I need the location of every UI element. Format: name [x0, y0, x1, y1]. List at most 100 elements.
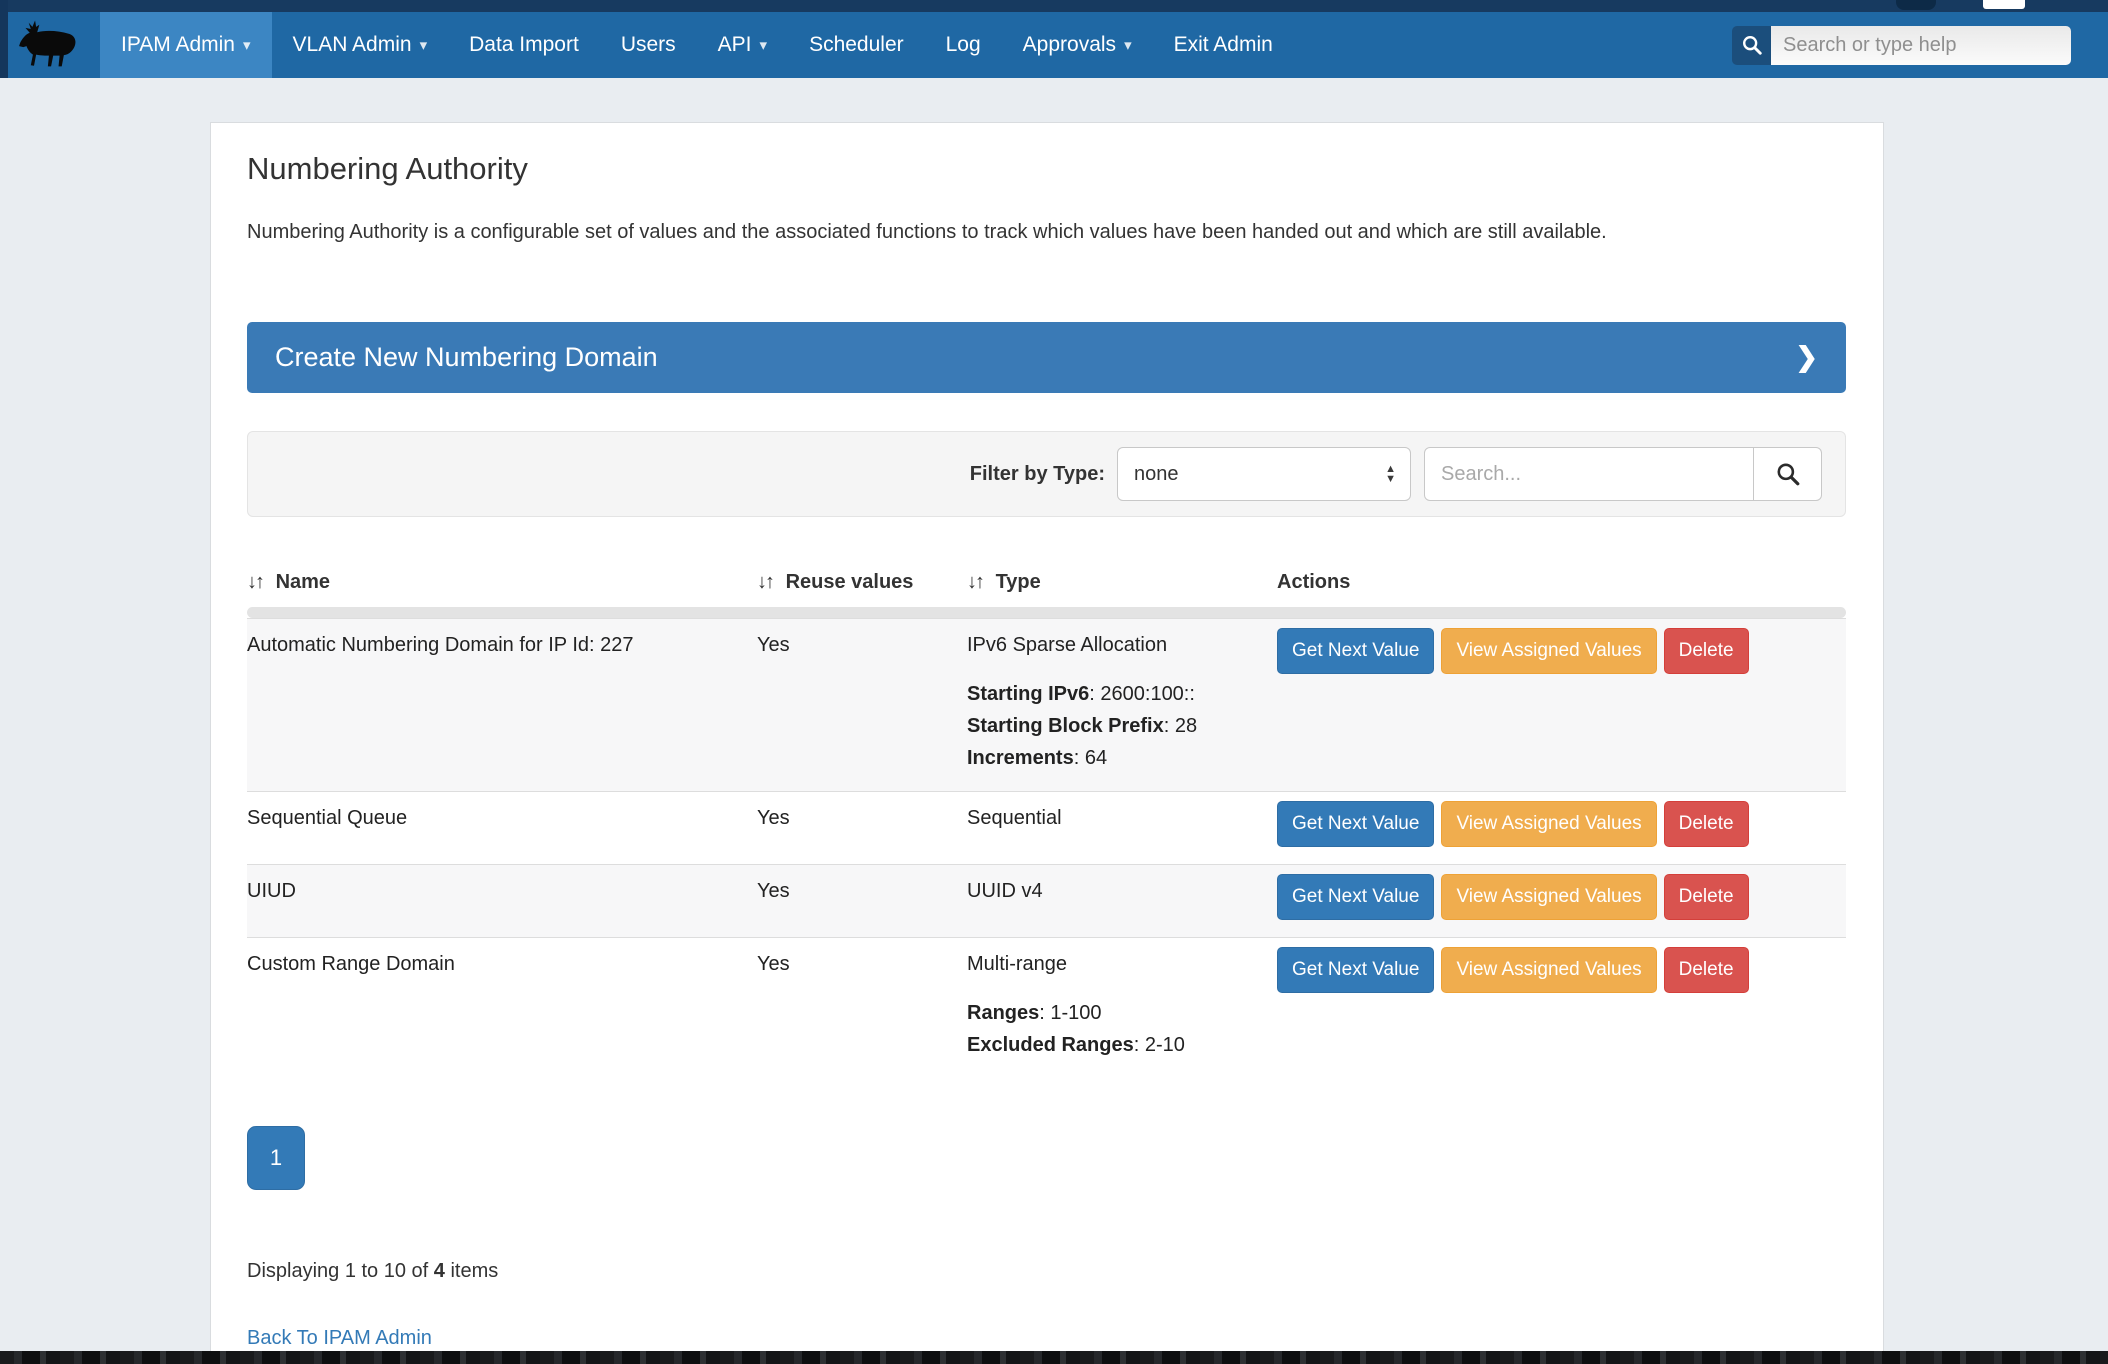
- browser-tab-artifact: [1896, 0, 1936, 10]
- page-description: Numbering Authority is a configurable se…: [247, 221, 1846, 244]
- delete-button[interactable]: Delete: [1664, 947, 1749, 993]
- create-new-numbering-domain-button[interactable]: Create New Numbering Domain ❯: [247, 322, 1846, 393]
- nav-item-scheduler[interactable]: Scheduler: [788, 12, 925, 78]
- cell-name: UIUD: [247, 865, 757, 937]
- page-title: Numbering Authority: [247, 151, 1846, 187]
- detail-line: Starting Block Prefix: 28: [967, 710, 1267, 742]
- create-button-label: Create New Numbering Domain: [275, 342, 658, 373]
- sort-icon: ↓↑: [757, 571, 773, 593]
- nav-item-vlan-admin[interactable]: VLAN Admin ▾: [272, 12, 449, 78]
- search-icon[interactable]: [1732, 26, 1771, 65]
- nav-item-label: API: [718, 33, 752, 57]
- sort-icon: ↓↑: [247, 571, 263, 593]
- delete-button[interactable]: Delete: [1664, 874, 1749, 920]
- detail-line: Excluded Ranges: 2-10: [967, 1029, 1267, 1061]
- detail-line: Ranges: 1-100: [967, 997, 1267, 1029]
- back-to-ipam-admin-link[interactable]: Back To IPAM Admin: [247, 1327, 432, 1350]
- moose-icon: [18, 17, 82, 73]
- desktop-wallpaper-strip: [0, 1351, 2108, 1364]
- window-left-edge: [0, 0, 8, 78]
- nav-item-label: IPAM Admin: [121, 33, 235, 57]
- filter-panel: Filter by Type: none ▲▼: [247, 431, 1846, 517]
- nav-item-label: Approvals: [1023, 33, 1116, 57]
- cell-reuse: Yes: [757, 792, 967, 864]
- nav-item-data-import[interactable]: Data Import: [448, 12, 600, 78]
- cell-type: IPv6 Sparse Allocation Starting IPv6: 26…: [967, 619, 1277, 791]
- nav-item-label: VLAN Admin: [293, 33, 412, 57]
- table-header-divider: [247, 607, 1846, 618]
- detail-line: Increments: 64: [967, 742, 1267, 774]
- column-header-name[interactable]: ↓↑ Name: [247, 571, 757, 594]
- view-assigned-values-button[interactable]: View Assigned Values: [1441, 947, 1656, 993]
- pagination: 1: [247, 1126, 1846, 1190]
- detail-line: Starting IPv6: 2600:100::: [967, 678, 1267, 710]
- browser-tab-artifact-white: [1983, 0, 2025, 9]
- numbering-domains-table: ↓↑ Name ↓↑ Reuse values ↓↑ Type Actions …: [247, 571, 1846, 1078]
- nav-item-log[interactable]: Log: [925, 12, 1002, 78]
- table-row: Automatic Numbering Domain for IP Id: 22…: [247, 618, 1846, 791]
- get-next-value-button[interactable]: Get Next Value: [1277, 628, 1434, 674]
- nav-item-label: Users: [621, 33, 676, 57]
- type-details: Ranges: 1-100 Excluded Ranges: 2-10: [967, 997, 1267, 1061]
- cell-actions: Get Next Value View Assigned Values Dele…: [1277, 619, 1846, 791]
- cell-actions: Get Next Value View Assigned Values Dele…: [1277, 865, 1846, 937]
- nav-item-approvals[interactable]: Approvals ▾: [1002, 12, 1153, 78]
- delete-button[interactable]: Delete: [1664, 628, 1749, 674]
- table-search-button[interactable]: [1754, 447, 1822, 501]
- nav-item-api[interactable]: API ▾: [697, 12, 788, 78]
- nav-item-label: Data Import: [469, 33, 579, 57]
- column-header-actions: Actions: [1277, 571, 1846, 594]
- type-filter-value: none: [1134, 463, 1179, 486]
- results-summary: Displaying 1 to 10 of 4 items: [247, 1260, 1846, 1283]
- table-search-input[interactable]: [1424, 447, 1754, 501]
- view-assigned-values-button[interactable]: View Assigned Values: [1441, 801, 1656, 847]
- caret-down-icon: ▾: [1124, 36, 1132, 54]
- type-filter-select[interactable]: none ▲▼: [1117, 447, 1411, 501]
- table-row: UIUD Yes UUID v4 Get Next Value View Ass…: [247, 864, 1846, 937]
- get-next-value-button[interactable]: Get Next Value: [1277, 874, 1434, 920]
- cell-type: Sequential: [967, 792, 1277, 864]
- cell-reuse: Yes: [757, 619, 967, 791]
- sort-icon: ↓↑: [967, 571, 983, 593]
- navbar: IPAM Admin ▾ VLAN Admin ▾ Data Import Us…: [0, 12, 2108, 78]
- cell-name: Sequential Queue: [247, 792, 757, 864]
- numbering-authority-card: Numbering Authority Numbering Authority …: [210, 122, 1884, 1364]
- cell-reuse: Yes: [757, 938, 967, 1078]
- nav-item-users[interactable]: Users: [600, 12, 697, 78]
- table-header-row: ↓↑ Name ↓↑ Reuse values ↓↑ Type Actions: [247, 571, 1846, 607]
- type-details: Starting IPv6: 2600:100:: Starting Block…: [967, 678, 1267, 774]
- select-spinner-icon: ▲▼: [1385, 464, 1396, 484]
- table-row: Custom Range Domain Yes Multi-range Rang…: [247, 937, 1846, 1078]
- filter-by-type-label: Filter by Type:: [970, 463, 1105, 486]
- cell-type: UUID v4: [967, 865, 1277, 937]
- browser-top-strip: [0, 0, 2108, 12]
- navbar-search: [1732, 12, 2071, 78]
- nav-item-label: Scheduler: [809, 33, 904, 57]
- view-assigned-values-button[interactable]: View Assigned Values: [1441, 874, 1656, 920]
- chevron-right-icon: ❯: [1795, 342, 1818, 373]
- table-row: Sequential Queue Yes Sequential Get Next…: [247, 791, 1846, 864]
- caret-down-icon: ▾: [243, 36, 251, 54]
- brand-logo[interactable]: [0, 12, 100, 78]
- search-icon: [1775, 461, 1801, 487]
- nav-item-exit-admin[interactable]: Exit Admin: [1153, 12, 1294, 78]
- help-search-input[interactable]: [1771, 26, 2071, 65]
- cell-reuse: Yes: [757, 865, 967, 937]
- get-next-value-button[interactable]: Get Next Value: [1277, 801, 1434, 847]
- get-next-value-button[interactable]: Get Next Value: [1277, 947, 1434, 993]
- cell-name: Automatic Numbering Domain for IP Id: 22…: [247, 619, 757, 791]
- view-assigned-values-button[interactable]: View Assigned Values: [1441, 628, 1656, 674]
- caret-down-icon: ▾: [420, 36, 428, 54]
- cell-type: Multi-range Ranges: 1-100 Excluded Range…: [967, 938, 1277, 1078]
- cell-actions: Get Next Value View Assigned Values Dele…: [1277, 792, 1846, 864]
- caret-down-icon: ▾: [760, 36, 768, 54]
- nav-item-label: Log: [946, 33, 981, 57]
- column-header-reuse-values[interactable]: ↓↑ Reuse values: [757, 571, 967, 594]
- cell-actions: Get Next Value View Assigned Values Dele…: [1277, 938, 1846, 1078]
- delete-button[interactable]: Delete: [1664, 801, 1749, 847]
- pagination-page-1[interactable]: 1: [247, 1126, 305, 1190]
- nav-item-ipam-admin[interactable]: IPAM Admin ▾: [100, 12, 272, 78]
- cell-name: Custom Range Domain: [247, 938, 757, 1078]
- nav-item-label: Exit Admin: [1174, 33, 1273, 57]
- column-header-type[interactable]: ↓↑ Type: [967, 571, 1277, 594]
